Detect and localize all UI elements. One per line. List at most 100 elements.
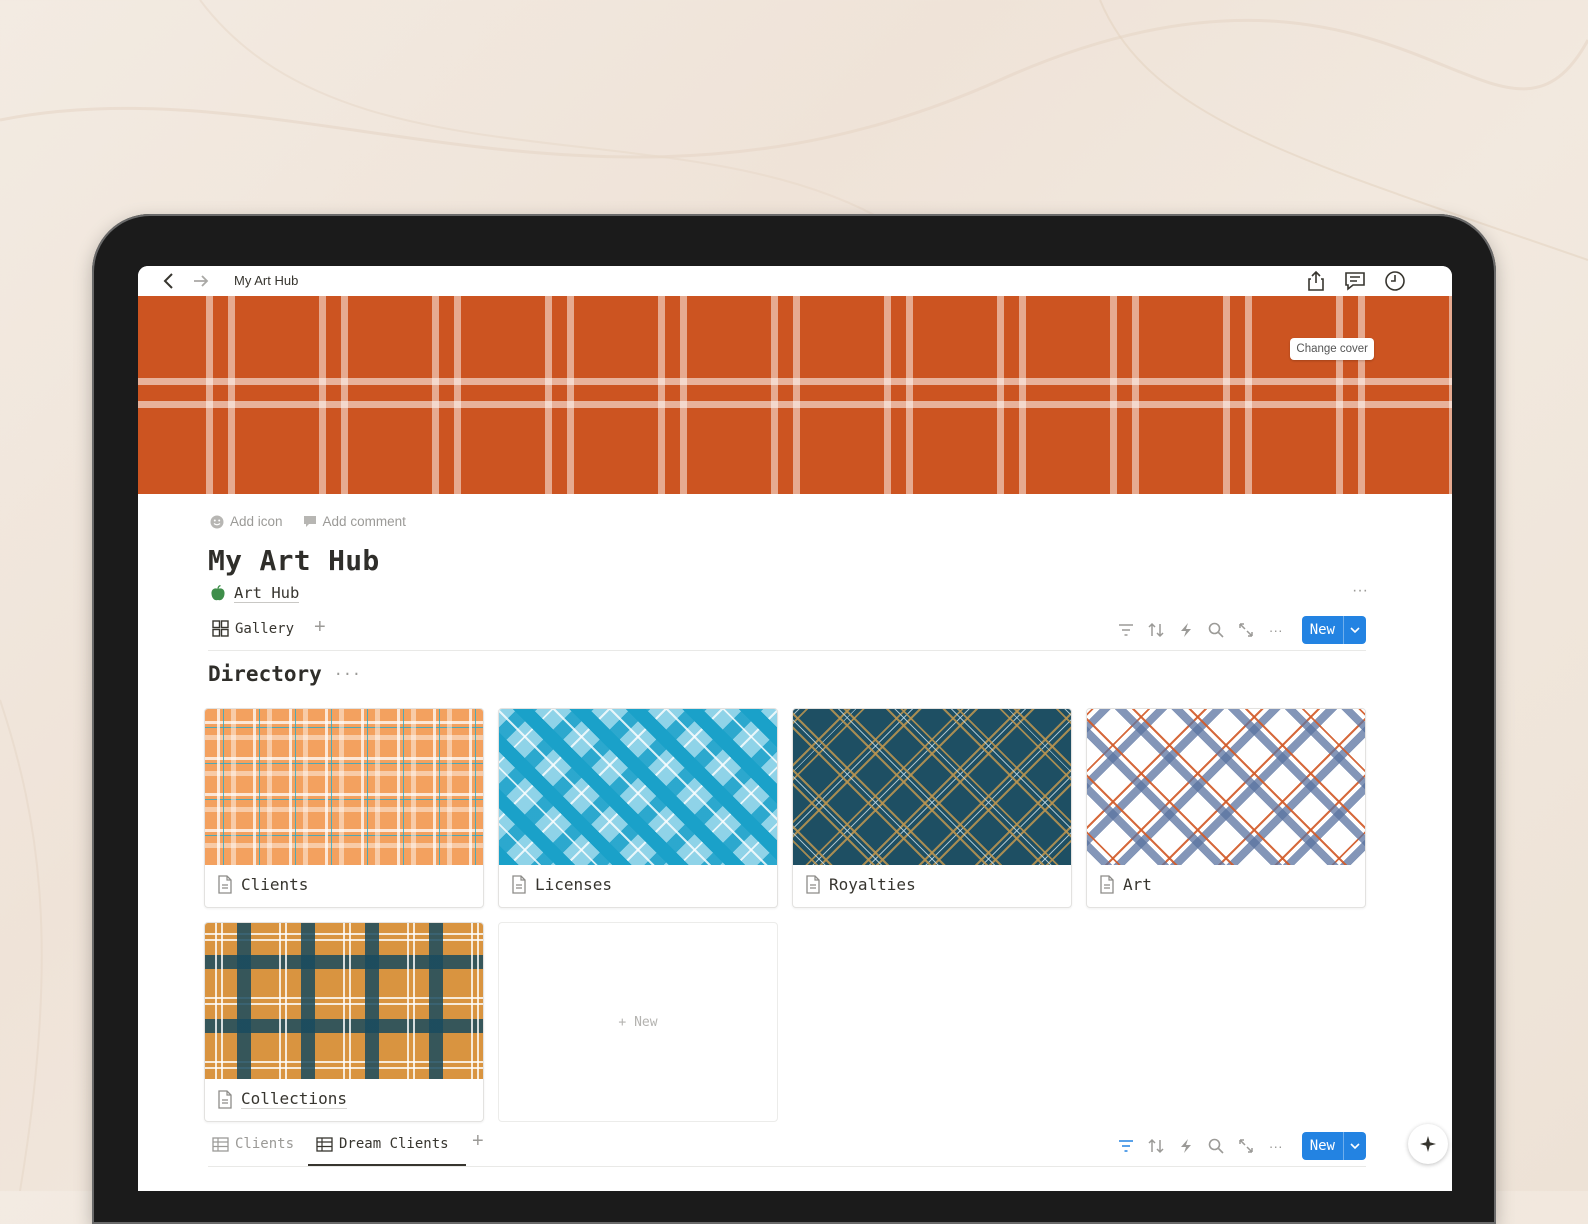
- sparkle-icon: [1420, 1136, 1436, 1152]
- view-tools: ··· New: [1116, 1132, 1366, 1160]
- filter-icon: [1118, 624, 1133, 636]
- tab-gallery[interactable]: Gallery: [212, 620, 294, 637]
- tab-dream-clients-label: Dream Clients: [339, 1136, 449, 1152]
- section-title: Directory ···: [208, 662, 361, 686]
- tab-clients[interactable]: Clients: [212, 1136, 294, 1152]
- share-icon: [1308, 270, 1324, 291]
- add-icon-button[interactable]: Add icon: [210, 514, 283, 529]
- sort-icon: [1148, 622, 1164, 638]
- sort-icon: [1148, 1138, 1164, 1154]
- search-icon: [1208, 1138, 1224, 1154]
- ai-assistant-button[interactable]: [1408, 1124, 1448, 1164]
- card-cover-image: [205, 709, 483, 865]
- automation-button[interactable]: [1176, 1134, 1196, 1158]
- more-icon: ···: [1268, 1138, 1283, 1154]
- sort-button[interactable]: [1146, 1134, 1166, 1158]
- new-dropdown-button[interactable]: [1343, 1132, 1366, 1160]
- page-icon: [218, 875, 232, 894]
- clock-icon: [1385, 271, 1405, 291]
- active-tab-indicator: [308, 1164, 466, 1166]
- add-comment-button[interactable]: Add comment: [303, 514, 406, 529]
- new-button: New: [1301, 1132, 1366, 1160]
- page-link-label: Art Hub: [234, 584, 300, 603]
- gallery-card[interactable]: Art: [1086, 708, 1366, 908]
- search-icon: [1208, 622, 1224, 638]
- view-more-button[interactable]: ···: [1266, 1134, 1286, 1158]
- lightning-icon: [1180, 623, 1191, 637]
- add-view-button[interactable]: +: [314, 616, 326, 639]
- card-cover-image: [499, 709, 777, 865]
- tab-dream-clients[interactable]: Dream Clients: [316, 1136, 449, 1152]
- page-icon: [218, 1089, 232, 1109]
- new-button-label[interactable]: New: [1302, 1132, 1343, 1160]
- add-icon-label: Add icon: [230, 514, 283, 529]
- search-button[interactable]: [1206, 618, 1226, 642]
- page-cover: Change cover: [138, 296, 1452, 494]
- section-more-button[interactable]: ···: [334, 665, 361, 683]
- page-icon: [806, 875, 820, 894]
- view-tools: ··· New: [1116, 616, 1366, 644]
- automation-button[interactable]: [1176, 618, 1196, 642]
- secondary-view-toolbar: Clients Dream Clients + ··· New: [208, 1130, 1366, 1167]
- card-caption: Royalties: [805, 875, 916, 894]
- view-toolbar: Gallery + ··· New: [208, 614, 1366, 651]
- expand-icon: [1238, 1139, 1253, 1153]
- new-card-button[interactable]: + New: [498, 922, 778, 1122]
- view-more-button[interactable]: ···: [1266, 618, 1286, 642]
- share-button[interactable]: [1304, 269, 1328, 293]
- filter-button[interactable]: [1116, 1134, 1136, 1158]
- card-caption: Clients: [217, 875, 308, 894]
- comment-icon: [1345, 272, 1365, 291]
- page-icon: [1100, 875, 1114, 894]
- tab-clients-label: Clients: [235, 1136, 295, 1152]
- table-icon: [212, 1136, 229, 1152]
- arrow-right-icon: [194, 275, 209, 287]
- app-screen: My Art Hub Change cover Add icon Add com…: [138, 266, 1452, 1191]
- page-title[interactable]: My Art Hub: [208, 544, 380, 577]
- comments-button[interactable]: [1343, 269, 1367, 293]
- filter-button[interactable]: [1116, 618, 1136, 642]
- add-view-button[interactable]: +: [472, 1130, 484, 1153]
- card-cover-image: [205, 923, 483, 1079]
- add-comment-label: Add comment: [322, 514, 406, 529]
- history-button[interactable]: [1383, 269, 1407, 293]
- expand-button[interactable]: [1236, 1134, 1256, 1158]
- breadcrumb[interactable]: My Art Hub: [234, 273, 298, 288]
- page-link[interactable]: Art Hub: [210, 584, 300, 603]
- section-title-label[interactable]: Directory: [208, 662, 322, 686]
- more-icon: ···: [1268, 622, 1283, 638]
- card-label: Clients: [241, 875, 309, 894]
- change-cover-button[interactable]: Change cover: [1290, 338, 1374, 360]
- lightning-icon: [1180, 1139, 1191, 1153]
- gallery-card[interactable]: Licenses: [498, 708, 778, 908]
- card-label: Art: [1123, 875, 1152, 894]
- card-caption: Collections: [217, 1089, 347, 1109]
- sort-button[interactable]: [1146, 618, 1166, 642]
- new-dropdown-button[interactable]: [1343, 616, 1366, 644]
- gallery-icon: [212, 620, 229, 637]
- chevron-down-icon: [1350, 1142, 1360, 1149]
- card-label: Licenses: [535, 875, 613, 894]
- gallery-card[interactable]: Collections: [204, 922, 484, 1122]
- table-icon: [316, 1136, 333, 1152]
- back-button[interactable]: [158, 270, 180, 292]
- search-button[interactable]: [1206, 1134, 1226, 1158]
- smiley-icon: [210, 515, 224, 528]
- new-button-label[interactable]: New: [1302, 616, 1343, 644]
- card-caption: Licenses: [511, 875, 612, 894]
- gallery-card[interactable]: Clients: [204, 708, 484, 908]
- expand-button[interactable]: [1236, 618, 1256, 642]
- gallery-card[interactable]: Royalties: [792, 708, 1072, 908]
- expand-icon: [1238, 623, 1253, 637]
- page-more-button[interactable]: ···: [1352, 582, 1368, 600]
- top-bar: My Art Hub: [138, 266, 1452, 296]
- chevron-down-icon: [1350, 626, 1360, 633]
- card-caption: Art: [1099, 875, 1152, 894]
- card-label: Collections: [241, 1089, 347, 1109]
- forward-button[interactable]: [190, 270, 212, 292]
- filter-icon: [1118, 1140, 1133, 1152]
- card-label: Royalties: [829, 875, 916, 894]
- new-button: New: [1301, 616, 1366, 644]
- page-meta-row: Add icon Add comment: [210, 514, 406, 529]
- apple-icon: [211, 585, 225, 601]
